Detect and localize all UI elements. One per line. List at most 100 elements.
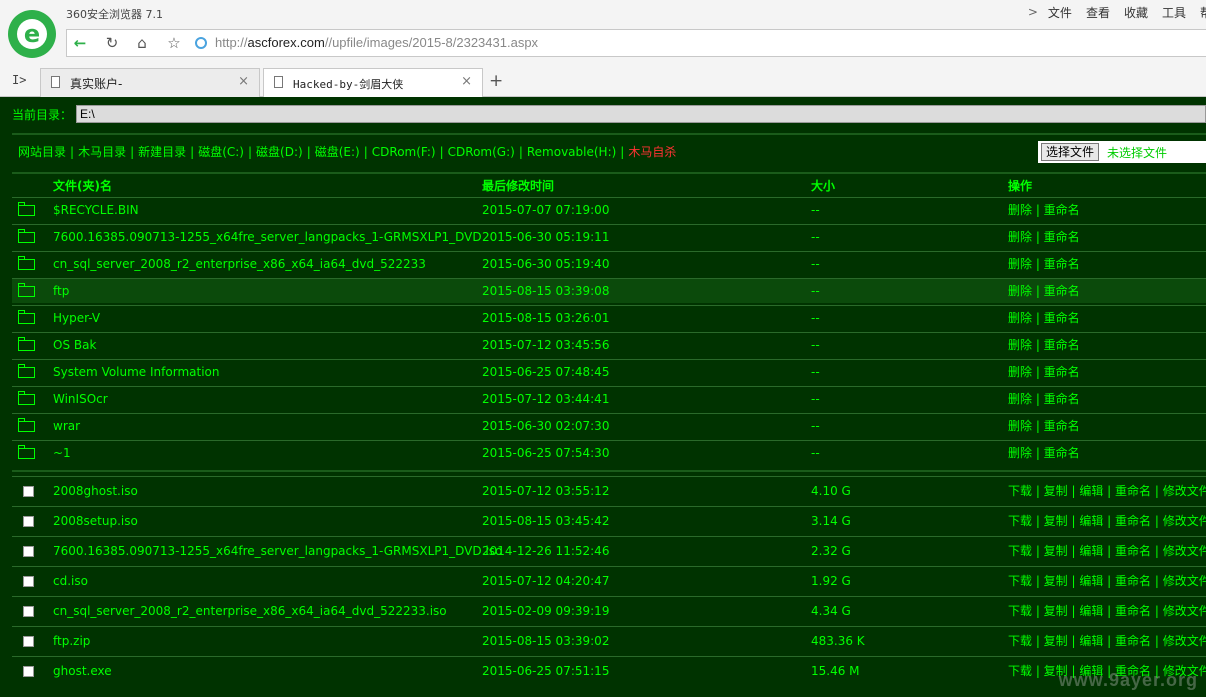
tab-real-account[interactable]: 真实账户- × bbox=[40, 68, 260, 97]
sidebar-toggle-icon[interactable]: I> bbox=[12, 73, 26, 87]
file-row[interactable]: 2008setup.iso 2015-08-15 03:45:42 3.14 G 下载… bbox=[12, 506, 1206, 534]
row-actions[interactable]: 下载 | 复制 | 编辑 | 重命名 | 修改文件 bbox=[1008, 627, 1206, 655]
dir-link[interactable]: 磁盘(C:) bbox=[198, 145, 244, 159]
folder-row[interactable]: $RECYCLE.BIN 2015-07-07 07:19:00 -- 删除 | 重命… bbox=[12, 197, 1206, 222]
row-actions[interactable]: 下载 | 复制 | 编辑 | 重命名 | 修改文件 bbox=[1008, 597, 1206, 625]
file-row[interactable]: cn_sql_server_2008_r2_enterprise_x86_x64… bbox=[12, 596, 1206, 624]
close-icon[interactable]: × bbox=[461, 74, 472, 89]
file-name[interactable]: Hyper-V bbox=[53, 306, 100, 330]
menu-favorites[interactable]: 收藏 bbox=[1124, 4, 1148, 21]
file-name[interactable]: WinISOcr bbox=[53, 387, 108, 411]
file-row[interactable]: cd.iso 2015-07-12 04:20:47 1.92 G 下载 | 复制 |… bbox=[12, 566, 1206, 594]
folder-row[interactable]: ~1 2015-06-25 07:54:30 -- 删除 | 重命名 bbox=[12, 440, 1206, 465]
menu-view[interactable]: 查看 bbox=[1086, 4, 1110, 21]
file-size: 3.14 G bbox=[811, 514, 851, 528]
section-divider bbox=[12, 470, 1206, 472]
file-name[interactable]: ~1 bbox=[53, 441, 71, 465]
star-icon[interactable]: ☆ bbox=[163, 33, 185, 53]
file-name[interactable]: OS Bak bbox=[53, 333, 96, 357]
file-size: -- bbox=[811, 311, 820, 325]
file-name[interactable]: $RECYCLE.BIN bbox=[53, 198, 139, 222]
folder-row[interactable]: WinISOcr 2015-07-12 03:44:41 -- 删除 | 重命名 bbox=[12, 386, 1206, 411]
dir-link[interactable]: 新建目录 bbox=[138, 145, 186, 159]
row-actions[interactable]: 下载 | 复制 | 编辑 | 重命名 | 修改文件 bbox=[1008, 507, 1206, 535]
row-actions[interactable]: 删除 | 重命名 bbox=[1008, 333, 1080, 357]
current-dir-input[interactable]: E:\ bbox=[76, 105, 1206, 123]
modified-time: 2015-08-15 03:39:02 bbox=[482, 634, 610, 648]
dir-link[interactable]: 磁盘(E:) bbox=[315, 145, 360, 159]
link-separator: | bbox=[70, 145, 75, 159]
menu-bar: > 文件 查看 收藏 工具 帮 bbox=[1028, 3, 1206, 21]
browser-logo-icon[interactable]: e bbox=[8, 10, 56, 58]
file-name[interactable]: 7600.16385.090713-1255_x64fre_server_lan… bbox=[53, 225, 482, 249]
file-name[interactable]: 7600.16385.090713-1255_x64fre_server_lan… bbox=[53, 537, 502, 565]
row-actions[interactable]: 删除 | 重命名 bbox=[1008, 252, 1080, 276]
file-name[interactable]: System Volume Information bbox=[53, 360, 219, 384]
file-name[interactable]: ghost.exe bbox=[53, 657, 112, 685]
row-actions[interactable]: 删除 | 重命名 bbox=[1008, 279, 1080, 303]
dir-link[interactable]: CDRom(G:) bbox=[448, 145, 515, 159]
tab-hacked[interactable]: Hacked-by-剑眉大侠 × bbox=[263, 68, 483, 98]
row-actions[interactable]: 删除 | 重命名 bbox=[1008, 306, 1080, 330]
menu-file[interactable]: 文件 bbox=[1048, 4, 1072, 21]
file-checkbox[interactable] bbox=[23, 606, 34, 617]
file-name[interactable]: cn_sql_server_2008_r2_enterprise_x86_x64… bbox=[53, 597, 447, 625]
file-checkbox[interactable] bbox=[23, 486, 34, 497]
file-name[interactable]: wrar bbox=[53, 414, 80, 438]
menu-help[interactable]: 帮 bbox=[1200, 4, 1206, 21]
link-separator: | bbox=[190, 145, 195, 159]
choose-file-button[interactable]: 选择文件 bbox=[1041, 143, 1100, 161]
file-row[interactable]: ftp.zip 2015-08-15 03:39:02 483.36 K 下载 | 复… bbox=[12, 626, 1206, 654]
back-arrow-icon[interactable]: ← bbox=[69, 33, 91, 53]
modified-time: 2015-08-15 03:45:42 bbox=[482, 514, 610, 528]
folder-row[interactable]: OS Bak 2015-07-12 03:45:56 -- 删除 | 重命名 bbox=[12, 332, 1206, 357]
file-name[interactable]: 2008setup.iso bbox=[53, 507, 138, 535]
row-actions[interactable]: 删除 | 重命名 bbox=[1008, 360, 1080, 384]
chevron-right-icon[interactable]: > bbox=[1028, 5, 1038, 19]
row-actions[interactable]: 下载 | 复制 | 编辑 | 重命名 | 修改文件 bbox=[1008, 567, 1206, 595]
file-size: -- bbox=[811, 284, 820, 298]
row-actions[interactable]: 删除 | 重命名 bbox=[1008, 225, 1080, 249]
app-title: 360安全浏览器 7.1 bbox=[66, 8, 163, 21]
file-checkbox[interactable] bbox=[23, 636, 34, 647]
menu-tools[interactable]: 工具 bbox=[1162, 4, 1186, 21]
file-checkbox[interactable] bbox=[23, 546, 34, 557]
file-checkbox[interactable] bbox=[23, 576, 34, 587]
folder-row[interactable]: Hyper-V 2015-08-15 03:26:01 -- 删除 | 重命名 bbox=[12, 305, 1206, 330]
file-row[interactable]: 7600.16385.090713-1255_x64fre_server_lan… bbox=[12, 536, 1206, 564]
row-actions[interactable]: 删除 | 重命名 bbox=[1008, 414, 1080, 438]
folder-row[interactable]: wrar 2015-06-30 02:07:30 -- 删除 | 重命名 bbox=[12, 413, 1206, 438]
file-name[interactable]: 2008ghost.iso bbox=[53, 477, 138, 505]
file-name[interactable]: ftp bbox=[53, 279, 69, 303]
file-name[interactable]: cd.iso bbox=[53, 567, 88, 595]
dir-link[interactable]: 木马目录 bbox=[78, 145, 126, 159]
home-icon[interactable]: ⌂ bbox=[131, 33, 153, 53]
address-bar[interactable]: http://ascforex.com//upfile/images/2015-… bbox=[215, 35, 538, 50]
dir-link[interactable]: 木马自杀 bbox=[628, 145, 676, 159]
folder-row[interactable]: cn_sql_server_2008_r2_enterprise_x86_x64… bbox=[12, 251, 1206, 276]
file-name[interactable]: ftp.zip bbox=[53, 627, 90, 655]
row-actions[interactable]: 下载 | 复制 | 编辑 | 重命名 | 修改文件 bbox=[1008, 477, 1206, 505]
dir-link[interactable]: 网站目录 bbox=[18, 145, 66, 159]
folder-row[interactable]: ftp 2015-08-15 03:39:08 -- 删除 | 重命名 bbox=[12, 278, 1206, 303]
dir-link[interactable]: 磁盘(D:) bbox=[256, 145, 303, 159]
row-actions[interactable]: 删除 | 重命名 bbox=[1008, 198, 1080, 222]
row-actions[interactable]: 删除 | 重命名 bbox=[1008, 387, 1080, 411]
file-name[interactable]: cn_sql_server_2008_r2_enterprise_x86_x64… bbox=[53, 252, 426, 276]
folder-row[interactable]: System Volume Information 2015-06-25 07:4… bbox=[12, 359, 1206, 384]
row-actions[interactable]: 删除 | 重命名 bbox=[1008, 441, 1080, 465]
file-checkbox[interactable] bbox=[23, 666, 34, 677]
folder-icon bbox=[18, 418, 35, 432]
row-actions[interactable]: 下载 | 复制 | 编辑 | 重命名 | 修改文件 bbox=[1008, 537, 1206, 565]
close-icon[interactable]: × bbox=[238, 74, 249, 89]
dir-link[interactable]: CDRom(F:) bbox=[372, 145, 436, 159]
folder-row[interactable]: 7600.16385.090713-1255_x64fre_server_lan… bbox=[12, 224, 1206, 249]
file-size: 4.34 G bbox=[811, 604, 851, 618]
file-checkbox[interactable] bbox=[23, 516, 34, 527]
file-row[interactable]: ghost.exe 2015-06-25 07:51:15 15.46 M 下载 | … bbox=[12, 656, 1206, 684]
reload-icon[interactable]: ↻ bbox=[101, 33, 123, 53]
dir-link[interactable]: Removable(H:) bbox=[527, 145, 616, 159]
file-row[interactable]: 2008ghost.iso 2015-07-12 03:55:12 4.10 G 下载… bbox=[12, 476, 1206, 504]
site-security-icon[interactable] bbox=[195, 37, 207, 49]
new-tab-button[interactable]: + bbox=[489, 71, 503, 91]
